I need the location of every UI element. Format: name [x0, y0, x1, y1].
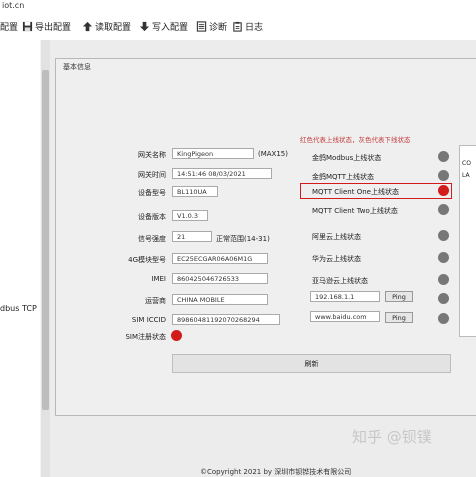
log-label: 日志 — [245, 22, 264, 33]
status-row-label: 华为云上线状态 — [312, 255, 361, 263]
field-label: 信号强度 — [138, 235, 166, 243]
ping-address-input[interactable]: 192.168.1.1 — [310, 291, 380, 302]
carrier-field[interactable]: CHINA MOBILE — [172, 294, 268, 305]
status-row-label: 金鸽MQTT上线状态 — [312, 173, 374, 181]
status-indicator — [438, 230, 449, 241]
field-label: SIM ICCID — [131, 316, 166, 324]
gateway-name-field[interactable]: KingPigeon — [172, 148, 254, 159]
status-indicator — [438, 204, 449, 215]
device-version-field[interactable]: V1.0.3 — [172, 210, 208, 221]
side-panel-text: LA — [462, 172, 470, 179]
clipboard-icon — [233, 21, 242, 32]
status-row-label: MQTT Client One上线状态 — [312, 188, 399, 196]
save-icon — [22, 21, 33, 31]
diagnose-label: 诊断 — [209, 22, 228, 33]
sidebar-item-modbus-tcp[interactable]: dbus TCP — [0, 304, 37, 313]
sidebar-scroll-thumb[interactable] — [42, 70, 49, 410]
sidebar: dbus TCP — [0, 40, 40, 477]
field-label: 网关名称 — [138, 151, 166, 159]
imei-field[interactable]: 860425046726533 — [172, 273, 268, 284]
ping-indicator — [438, 313, 449, 324]
side-panel-text: CO — [462, 160, 471, 167]
field-label: 网关时间 — [138, 171, 166, 179]
sim-status-label: SIM注册状态 — [125, 333, 166, 341]
arrow-down-icon — [139, 21, 150, 31]
field-suffix: 正常范围(14-31) — [216, 235, 270, 243]
status-row-label: 金鸽Modbus上线状态 — [312, 154, 382, 162]
read-config-label: 读取配置 — [95, 22, 132, 33]
config-label: 配置 — [0, 22, 19, 33]
status-row-label: MQTT Client Two上线状态 — [312, 207, 398, 215]
gateway-time-field[interactable]: 14:51:46 08/03/2021 — [172, 168, 272, 179]
ping-address-input[interactable]: www.baidu.com — [310, 311, 380, 322]
watermark: 知乎 @钡镤 — [352, 428, 432, 446]
export-config-label: 导出配置 — [35, 22, 72, 33]
module-model-field[interactable]: EC25ECGAR06A06M1G — [172, 253, 268, 264]
write-config-button[interactable]: 写入配置 — [139, 18, 188, 34]
refresh-button[interactable]: 刷新 — [172, 354, 451, 373]
device-model-field[interactable]: BL110UA — [172, 186, 218, 197]
status-row-label: 亚马逊云上线状态 — [312, 277, 368, 285]
ping-indicator — [438, 293, 449, 304]
panel-title: 基本信息 — [63, 63, 91, 71]
ping-button[interactable]: Ping — [385, 312, 413, 323]
arrow-up-icon — [82, 21, 93, 31]
field-label: 设备型号 — [138, 189, 166, 197]
document-icon — [196, 20, 207, 32]
status-indicator — [438, 252, 449, 263]
sim-status-indicator — [171, 330, 182, 341]
status-row-label: 阿里云上线状态 — [312, 233, 361, 241]
signal-strength-field[interactable]: 21 — [172, 231, 212, 242]
field-label: 设备版本 — [138, 213, 166, 221]
field-suffix: (MAX15) — [258, 150, 288, 158]
write-config-label: 写入配置 — [152, 22, 189, 33]
export-config-button[interactable]: 导出配置 — [22, 18, 71, 34]
footer-copyright: ©Copyright 2021 by 深圳市钡铧技术有限公司 — [200, 468, 352, 476]
ping-button[interactable]: Ping — [385, 291, 413, 302]
status-indicator — [438, 170, 449, 181]
window-title: iot.cn — [2, 1, 25, 10]
field-label: IMEI — [151, 275, 166, 283]
diagnose-button[interactable]: 诊断 — [196, 18, 227, 34]
toolbar: iot.cn 配置 导出配置 读取配置 写入配置 诊断 日志 — [0, 0, 476, 40]
status-notice: 红色代表上线状态，灰色代表下线状态 — [300, 136, 411, 144]
read-config-button[interactable]: 读取配置 — [82, 18, 131, 34]
log-button[interactable]: 日志 — [232, 18, 263, 34]
field-label: 运营商 — [145, 297, 166, 305]
side-panel: CO LA — [459, 145, 476, 337]
config-button[interactable]: 配置 — [0, 18, 18, 34]
status-indicator-online — [438, 185, 449, 196]
field-label: 4G模块型号 — [128, 256, 166, 264]
status-indicator — [438, 274, 449, 285]
status-indicator — [438, 151, 449, 162]
sim-iccid-field[interactable]: 89860481192070268294 — [172, 314, 280, 325]
